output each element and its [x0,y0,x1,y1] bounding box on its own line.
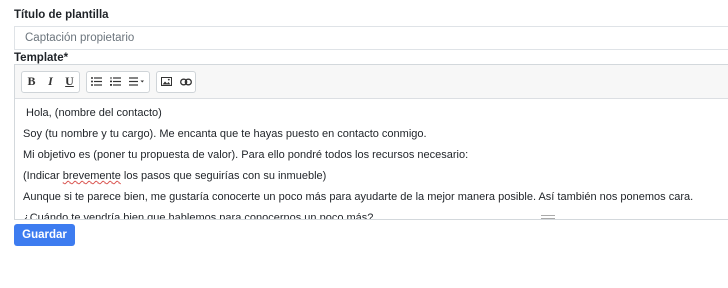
editor-text: los pasos que seguirías con su inmueble) [120,170,327,182]
link-icon [179,78,192,85]
unordered-list-button[interactable] [87,72,106,92]
editor-line: Soy (tu nombre y tu cargo). Me encanta q… [23,128,427,140]
editor-text: (Indicar [23,170,63,182]
bold-button[interactable]: B [22,72,41,92]
editor-line: Hola, (nombre del contacto) [23,107,162,119]
title-label: Título de plantilla [14,9,109,21]
editor-line: ¿Cuándo te vendría bien que hablemos par… [23,212,374,219]
editor-line: (Indicar brevemente los pasos que seguir… [23,166,726,187]
insert-image-button[interactable] [157,72,176,92]
editor-line: Aunque si te parece bien, me gustaría co… [23,191,694,203]
save-button[interactable]: Guardar [14,224,75,246]
editor-resize-handle[interactable] [541,215,555,219]
insert-group [156,70,196,93]
template-label: Template* [14,52,69,64]
editor-toolbar: B I U [15,65,728,99]
italic-button[interactable]: I [41,72,60,92]
insert-link-button[interactable] [176,72,195,92]
format-group: B I U [21,70,80,93]
bold-icon: B [27,74,36,88]
align-dropdown-icon [129,77,144,86]
rich-text-editor: B I U Hola, (nombre del contacto) Soy (t… [14,64,728,220]
align-dropdown-button[interactable] [125,72,149,92]
underline-icon: U [65,74,74,88]
template-title-input[interactable] [14,26,728,50]
ordered-list-icon [110,77,121,86]
image-icon [161,77,172,86]
editor-line: Mi objetivo es (poner tu propuesta de va… [23,149,469,161]
underline-button[interactable]: U [60,72,79,92]
italic-icon: I [48,74,53,88]
paragraph-group [86,70,150,93]
ordered-list-button[interactable] [106,72,125,92]
editor-content[interactable]: Hola, (nombre del contacto) Soy (tu nomb… [15,99,728,219]
misspelled-word: brevemente [62,170,121,182]
unordered-list-icon [91,77,102,86]
